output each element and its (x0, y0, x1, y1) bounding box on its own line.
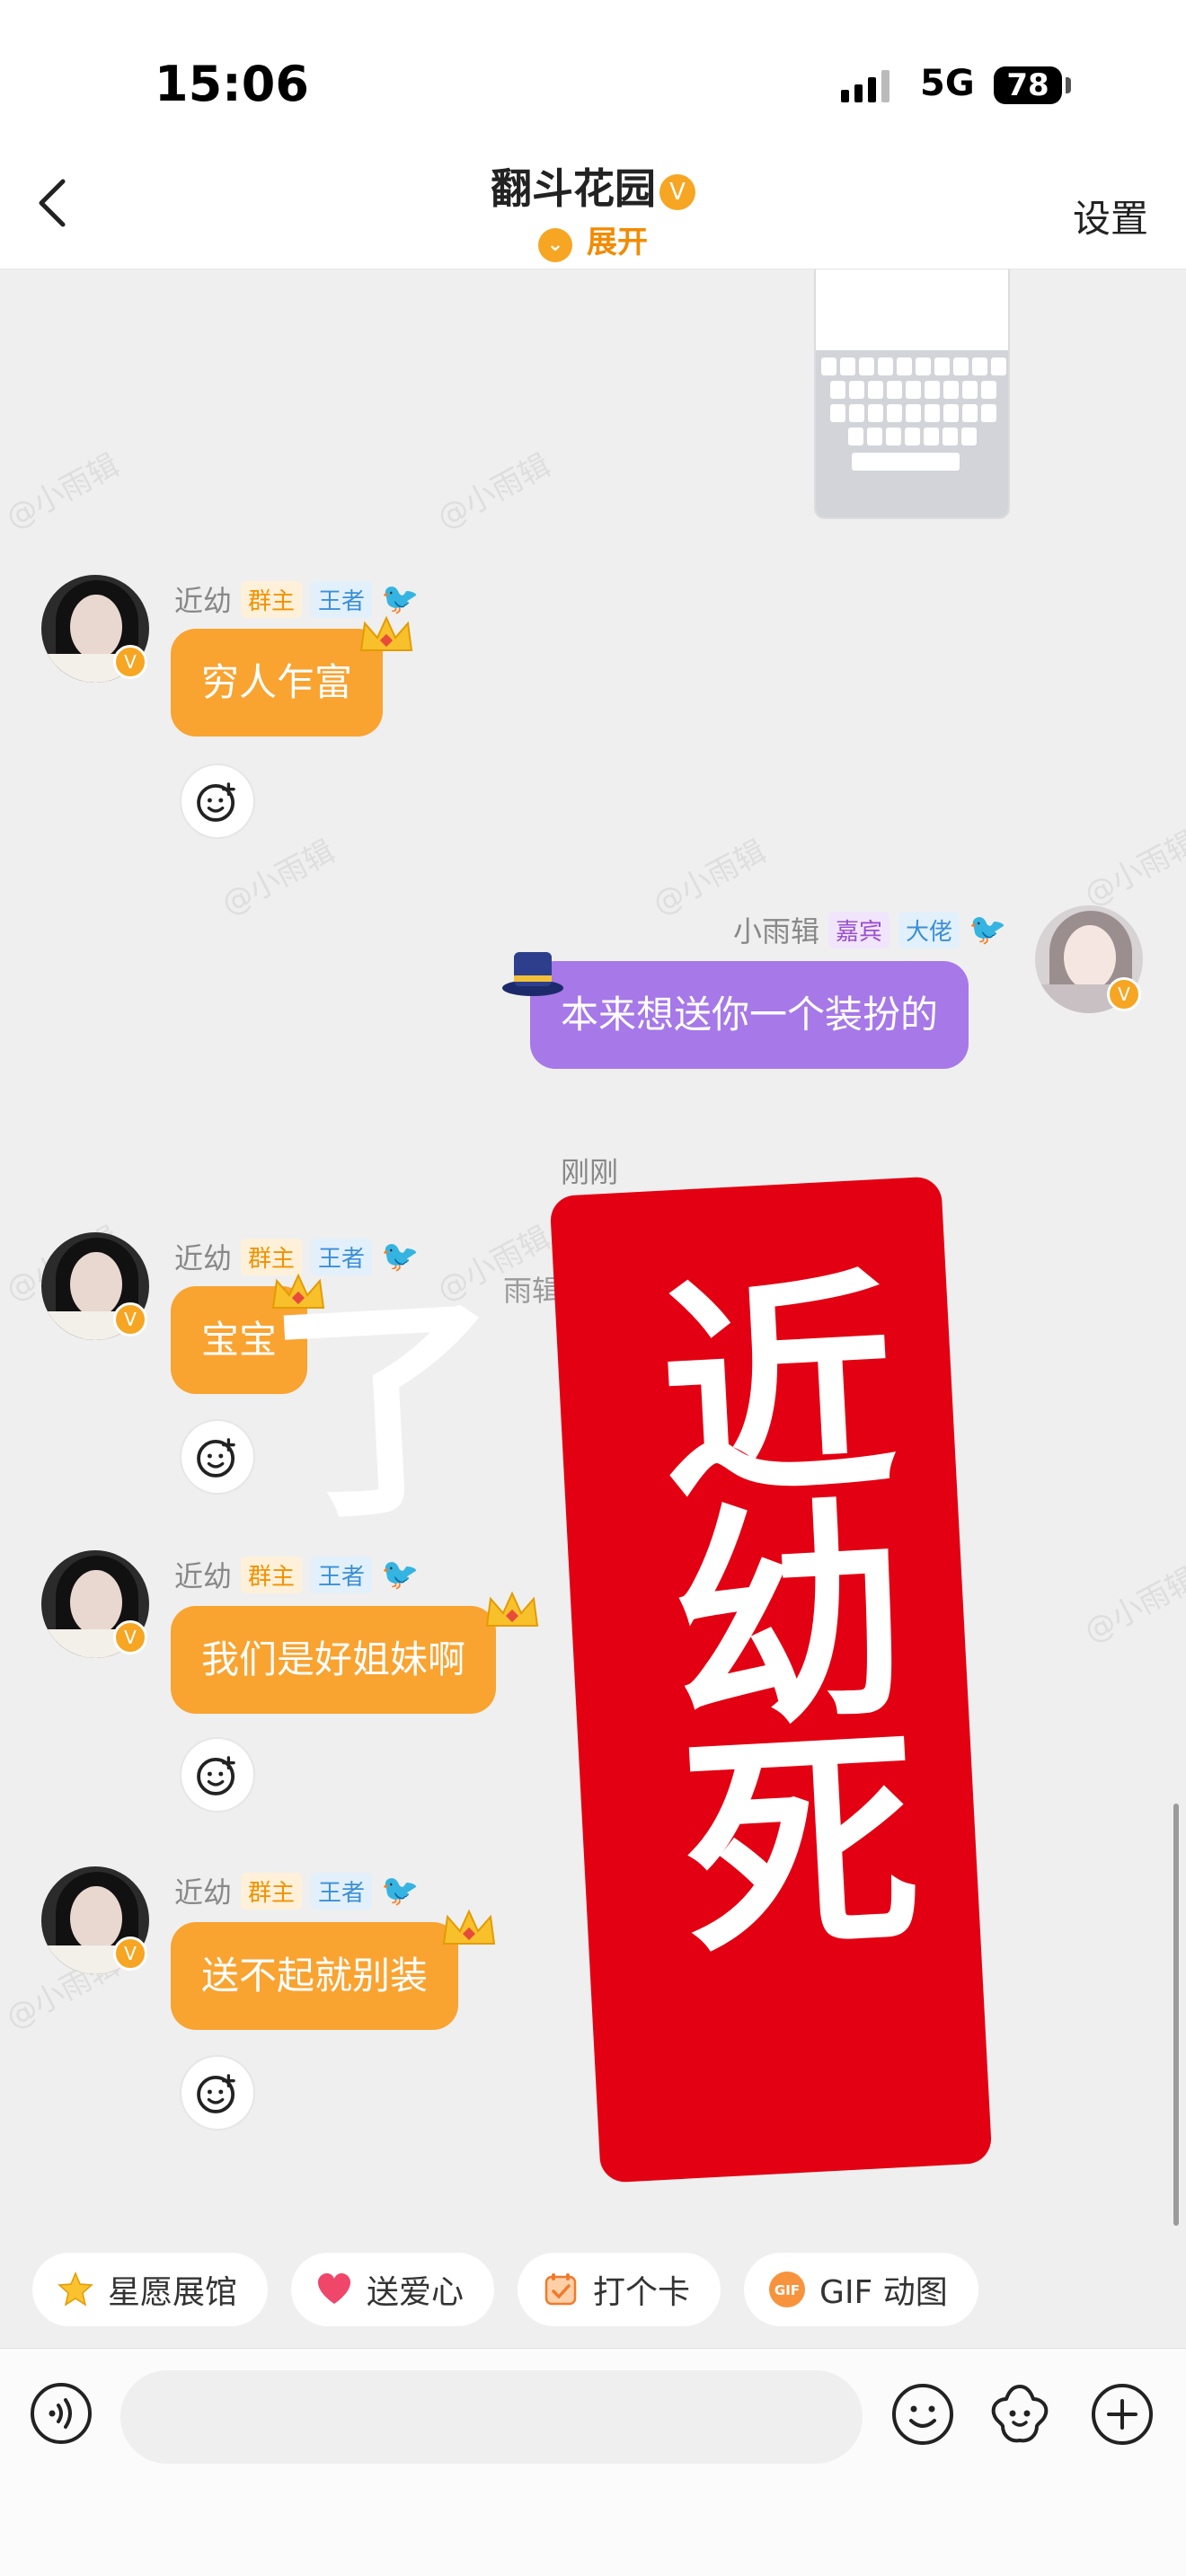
verified-icon: V (659, 174, 695, 210)
watermark: @小雨辑 (1078, 825, 1186, 914)
level-tag: 王者 (311, 1556, 373, 1593)
role-tag: 群主 (241, 1556, 303, 1593)
message-bubble[interactable]: 我们是好姐妹啊 (171, 1606, 497, 1714)
watermark: @小雨辑 (431, 447, 557, 537)
sender-line: 近幼 群主 王者 🐦 (174, 1554, 419, 1595)
sender-name: 近幼 (174, 1559, 233, 1593)
gif-icon: GIF (769, 2272, 806, 2307)
level-tag: 王者 (311, 1872, 373, 1910)
scrollbar[interactable] (1173, 1804, 1179, 2226)
svg-text:GIF: GIF (774, 2282, 800, 2298)
bird-icon: 🐦 (381, 1239, 420, 1275)
chip-label: GIF 动图 (819, 2274, 948, 2311)
message-bubble[interactable]: 穷人乍富 (171, 629, 384, 737)
plus-icon[interactable] (1089, 2381, 1155, 2448)
role-tag: 群主 (241, 1238, 303, 1275)
level-tag: 王者 (311, 580, 373, 618)
calendar-icon (544, 2273, 577, 2306)
send-love-button[interactable]: 送爱心 (291, 2253, 495, 2326)
heart-icon (318, 2273, 351, 2304)
expand-label: 展开 (587, 225, 648, 260)
status-bar: 15:06 5G 78 (0, 0, 1186, 144)
bird-icon: 🐦 (381, 581, 420, 617)
input-bar (0, 2348, 1186, 2576)
chip-label: 送爱心 (367, 2274, 465, 2311)
message-bubble[interactable]: 送不起就别装 (171, 1922, 459, 2030)
page-title: 翻斗花园 (491, 164, 656, 213)
level-tag: 大佬 (898, 911, 960, 948)
watermark: @小雨辑 (216, 834, 341, 923)
role-tag: 嘉宾 (828, 911, 890, 948)
battery-tip (1066, 77, 1071, 93)
sender-name: 近幼 (174, 1241, 233, 1275)
verified-icon: V (1107, 977, 1141, 1011)
bird-icon: 🐦 (969, 912, 1007, 948)
bird-icon: 🐦 (381, 1557, 420, 1592)
watermark: @小雨辑 (1078, 1561, 1186, 1651)
message-input[interactable] (120, 2370, 863, 2464)
crown-icon (485, 1591, 539, 1627)
verified-icon: V (113, 1620, 147, 1654)
sender-name: 近幼 (174, 1875, 233, 1910)
sender-line: 小雨辑 嘉宾 大佬 🐦 (733, 909, 1006, 950)
voice-icon[interactable] (29, 2381, 93, 2446)
battery-icon: 78 (994, 66, 1062, 104)
title-area[interactable]: 翻斗花园 V (0, 156, 1186, 216)
settings-button[interactable]: 设置 (1073, 189, 1148, 243)
add-reaction-icon[interactable] (180, 1737, 255, 1813)
signal-icon (841, 70, 890, 102)
level-tag: 王者 (311, 1238, 373, 1275)
verified-icon: V (113, 1302, 147, 1337)
sticker-icon[interactable] (987, 2381, 1053, 2448)
sticker-image[interactable]: 近幼死了 (222, 1176, 993, 2183)
chip-label: 打个卡 (593, 2274, 691, 2311)
bird-icon: 🐦 (381, 1873, 420, 1909)
check-in-button[interactable]: 打个卡 (518, 2253, 721, 2326)
top-hat-icon (502, 952, 563, 996)
image-message-keyboard-screenshot[interactable] (814, 269, 1010, 519)
role-tag: 群主 (241, 580, 303, 618)
add-reaction-icon[interactable] (180, 763, 255, 839)
emoji-icon[interactable] (890, 2381, 956, 2448)
network-label: 5G (920, 63, 975, 104)
crown-icon (359, 615, 413, 651)
wish-hall-button[interactable]: 星愿展馆 (32, 2253, 269, 2326)
status-time: 15:06 (155, 56, 309, 112)
chat-header: 翻斗花园 V ⌄ 展开 设置 (0, 144, 1186, 269)
quick-actions: 星愿展馆 送爱心 打个卡 GIF GIF 动图 (32, 2253, 978, 2326)
watermark: @小雨辑 (0, 447, 126, 537)
message-bubble[interactable]: 本来想送你一个装扮的 (530, 961, 969, 1069)
add-reaction-icon[interactable] (180, 2055, 255, 2130)
sender-name: 近幼 (174, 584, 233, 618)
gif-button[interactable]: GIF GIF 动图 (744, 2253, 978, 2326)
crown-icon (442, 1909, 496, 1945)
expand-button[interactable]: ⌄ 展开 (0, 217, 1186, 262)
sender-name: 小雨辑 (733, 914, 820, 948)
chip-label: 星愿展馆 (108, 2274, 238, 2311)
role-tag: 群主 (241, 1872, 303, 1910)
chevron-down-icon: ⌄ (538, 228, 572, 262)
verified-icon: V (113, 645, 147, 679)
sender-line: 近幼 群主 王者 🐦 (174, 1870, 419, 1911)
sticker-text: 近幼死了 (222, 1259, 921, 1958)
verified-icon: V (113, 1936, 147, 1971)
timestamp: 刚刚 (561, 1155, 619, 1189)
star-icon (58, 2272, 93, 2307)
keyboard-thumbnail (816, 350, 1008, 517)
